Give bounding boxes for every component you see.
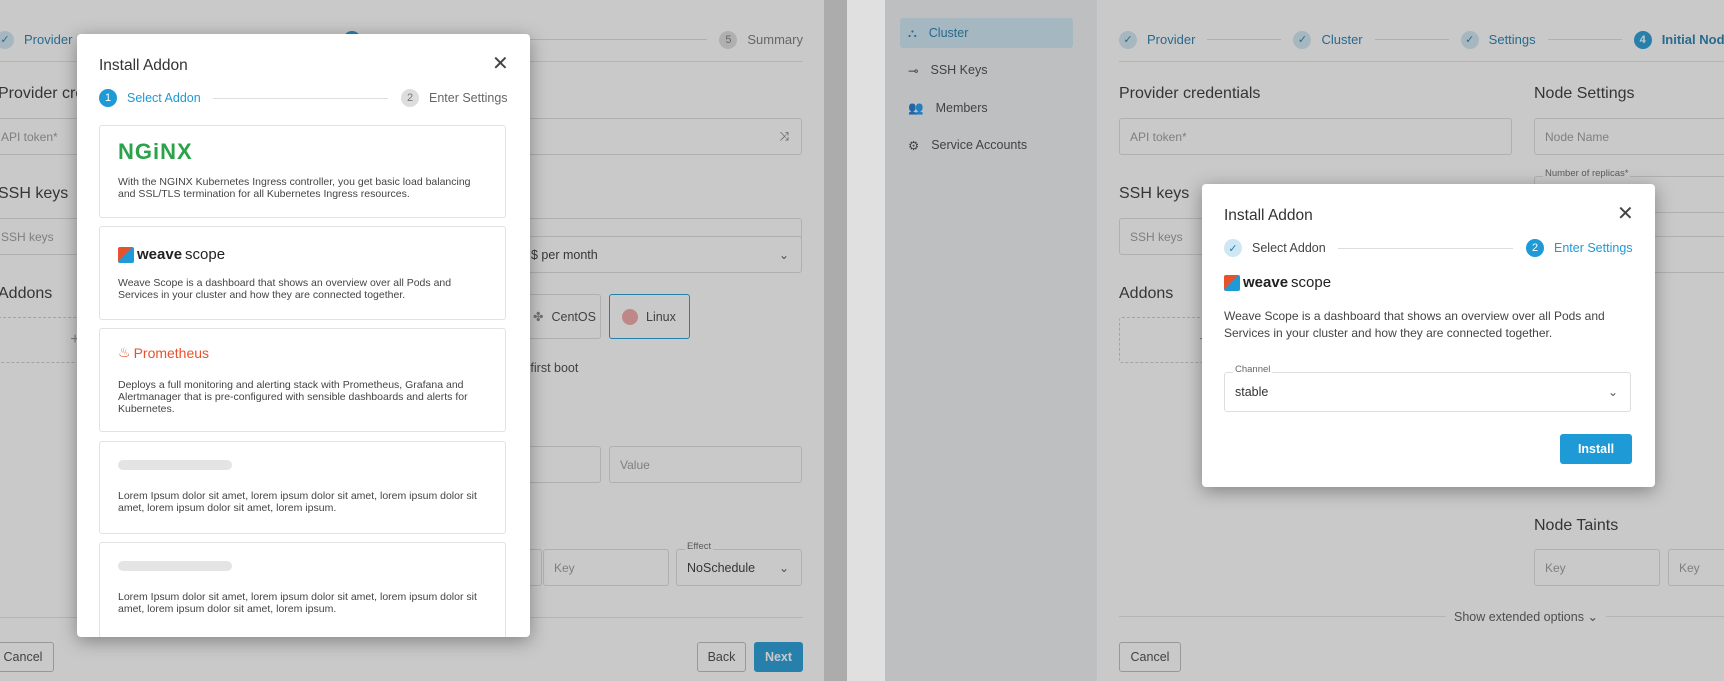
chevron-down-icon: ⌄ bbox=[1607, 385, 1618, 399]
addon-description: Lorem Ipsum dolor sit amet, lorem ipsum … bbox=[118, 490, 477, 514]
skeleton-logo bbox=[118, 460, 232, 470]
step-enter-settings[interactable]: 2 Enter Settings bbox=[401, 89, 508, 107]
skeleton-logo bbox=[118, 561, 232, 571]
chevron-down-icon: ⌄ bbox=[1587, 610, 1598, 624]
addon-description: Lorem Ipsum dolor sit amet, lorem ipsum … bbox=[118, 591, 477, 615]
close-icon[interactable]: ✕ bbox=[492, 51, 509, 76]
close-icon[interactable]: ✕ bbox=[1617, 201, 1634, 226]
modal-title: Install Addon bbox=[1224, 207, 1313, 224]
step-provider[interactable]: ✓ Provider bbox=[1119, 30, 1195, 49]
channel-select[interactable]: Channel stable ⌄ bbox=[1224, 364, 1631, 412]
back-button[interactable]: Back bbox=[697, 642, 746, 672]
price-select[interactable]: $ per month ⌄ bbox=[520, 236, 802, 273]
check-icon: ✓ bbox=[1119, 30, 1137, 49]
shuffle-icon[interactable]: ⤨ bbox=[779, 129, 789, 144]
prometheus-logo: ♨ Prometheus bbox=[118, 344, 210, 361]
addon-card-prometheus[interactable]: ♨ Prometheus Deploys a full monitoring an… bbox=[99, 328, 506, 432]
sidebar: ⛬ Cluster ⊸ SSH Keys 👥 Members ⚙ Service Acc… bbox=[885, 0, 1097, 681]
next-button[interactable]: Next bbox=[754, 642, 803, 672]
step-select-addon[interactable]: 1 Select Addon bbox=[99, 89, 201, 107]
taint-field[interactable] bbox=[520, 446, 601, 483]
key-input[interactable]: Key bbox=[1668, 549, 1724, 586]
members-icon: 👥 bbox=[908, 100, 924, 115]
centos-icon: ✤ bbox=[533, 310, 544, 324]
addon-description: With the NGINX Kubernetes Ingress contro… bbox=[118, 176, 471, 200]
addon-card-weavescope[interactable]: weave scope Weave Scope is a dashboard th… bbox=[99, 226, 506, 320]
linux-icon bbox=[622, 308, 638, 325]
addon-description: Deploys a full monitoring and alerting s… bbox=[118, 379, 468, 415]
step-divider bbox=[1374, 39, 1449, 40]
check-icon: ✓ bbox=[1224, 239, 1242, 257]
key-icon: ⊸ bbox=[908, 63, 919, 78]
footer-divider bbox=[1119, 616, 1724, 617]
addon-card-nginx[interactable]: NGiNX With the NGINX Kubernetes Ingress … bbox=[99, 125, 506, 218]
api-token-input[interactable]: API token* bbox=[1119, 118, 1512, 155]
step-enter-settings[interactable]: 2 Enter Settings bbox=[1526, 239, 1633, 257]
show-extended-options-link[interactable]: Show extended options ⌄ bbox=[1446, 609, 1606, 624]
install-addon-modal: Install Addon ✕ ✓ Select Addon 2 Enter Set… bbox=[1202, 184, 1655, 487]
cancel-button[interactable]: Cancel bbox=[0, 642, 54, 672]
os-centos-tile[interactable]: ✤CentOS bbox=[520, 294, 601, 339]
install-button[interactable]: Install bbox=[1560, 434, 1632, 464]
step-divider bbox=[1207, 39, 1282, 40]
nginx-logo: NGiNX bbox=[118, 139, 193, 164]
weave-icon bbox=[118, 246, 134, 263]
node-taints-heading: Node Taints bbox=[1534, 517, 1619, 534]
sidebar-item-service-accounts[interactable]: ⚙ Service Accounts bbox=[900, 130, 1073, 160]
addon-description: Weave Scope is a dashboard that shows an… bbox=[1224, 309, 1605, 340]
ssh-keys-heading: SSH keys bbox=[1119, 185, 1190, 202]
sidebar-item-cluster[interactable]: ⛬ Cluster bbox=[900, 18, 1073, 48]
node-settings-heading: Node Settings bbox=[1534, 85, 1635, 102]
step-provider[interactable]: ✓ Provider bbox=[0, 30, 72, 49]
frame-select-addon: ✓Provider 4Initial Nodes 5Summary Provid… bbox=[0, 0, 847, 681]
addons-heading: Addons bbox=[1119, 285, 1174, 302]
chevron-down-icon: ⌄ bbox=[778, 560, 789, 575]
sidebar-item-members[interactable]: 👥 Members bbox=[900, 93, 1073, 123]
step-summary[interactable]: 5 Summary bbox=[719, 30, 803, 49]
step-divider bbox=[1338, 248, 1513, 249]
chevron-down-icon: ⌄ bbox=[778, 247, 789, 262]
key-input[interactable]: Key bbox=[543, 549, 669, 586]
check-icon: ✓ bbox=[1293, 30, 1312, 49]
weave-icon bbox=[1224, 274, 1240, 291]
modal-title: Install Addon bbox=[99, 57, 188, 74]
step-settings[interactable]: ✓ Settings bbox=[1460, 30, 1536, 49]
frame-enter-settings: ⛬ Cluster ⊸ SSH Keys 👥 Members ⚙ Service Acc… bbox=[885, 0, 1724, 681]
robot-icon: ⚙ bbox=[908, 138, 920, 153]
check-icon: ✓ bbox=[0, 30, 14, 49]
addon-description: Weave Scope is a dashboard that shows an… bbox=[118, 277, 452, 301]
step-divider bbox=[1547, 39, 1622, 40]
step-select-addon[interactable]: ✓ Select Addon bbox=[1224, 239, 1326, 257]
value-input[interactable]: Value bbox=[609, 446, 802, 483]
addon-card-placeholder[interactable]: Lorem Ipsum dolor sit amet, lorem ipsum … bbox=[99, 542, 506, 637]
check-icon: ✓ bbox=[1460, 30, 1479, 49]
weavescope-logo: weave scope bbox=[118, 246, 225, 263]
sidebar-item-ssh-keys[interactable]: ⊸ SSH Keys bbox=[900, 55, 1073, 85]
provider-credentials-heading: Provider credentials bbox=[1119, 85, 1261, 102]
weavescope-logo: weave scope bbox=[1224, 274, 1331, 291]
sitemap-icon: ⛬ bbox=[908, 25, 917, 40]
install-addon-modal: Install Addon ✕ 1 Select Addon 2 Enter Set… bbox=[77, 34, 530, 637]
step-initial-nodes[interactable]: 4Initial Nodes bbox=[1633, 30, 1724, 49]
wizard-steps: ✓ Provider ✓ Cluster ✓ Settings 4 Initial No… bbox=[1119, 18, 1724, 62]
ssh-keys-heading: SSH keys bbox=[0, 185, 69, 202]
node-name-input[interactable]: Node Name bbox=[1534, 118, 1724, 155]
effect-select[interactable]: Effect NoSchedule ⌄ bbox=[676, 541, 802, 586]
addons-heading: Addons bbox=[0, 285, 53, 302]
key-input[interactable]: Key bbox=[1534, 549, 1660, 586]
os-linux-tile[interactable]: Linux bbox=[609, 294, 690, 339]
flame-icon: ♨ bbox=[118, 344, 131, 360]
cancel-button[interactable]: Cancel bbox=[1119, 642, 1181, 672]
addon-card-placeholder[interactable]: Lorem Ipsum dolor sit amet, lorem ipsum … bbox=[99, 441, 506, 534]
step-divider bbox=[213, 98, 388, 99]
step-cluster[interactable]: ✓ Cluster bbox=[1293, 30, 1363, 49]
